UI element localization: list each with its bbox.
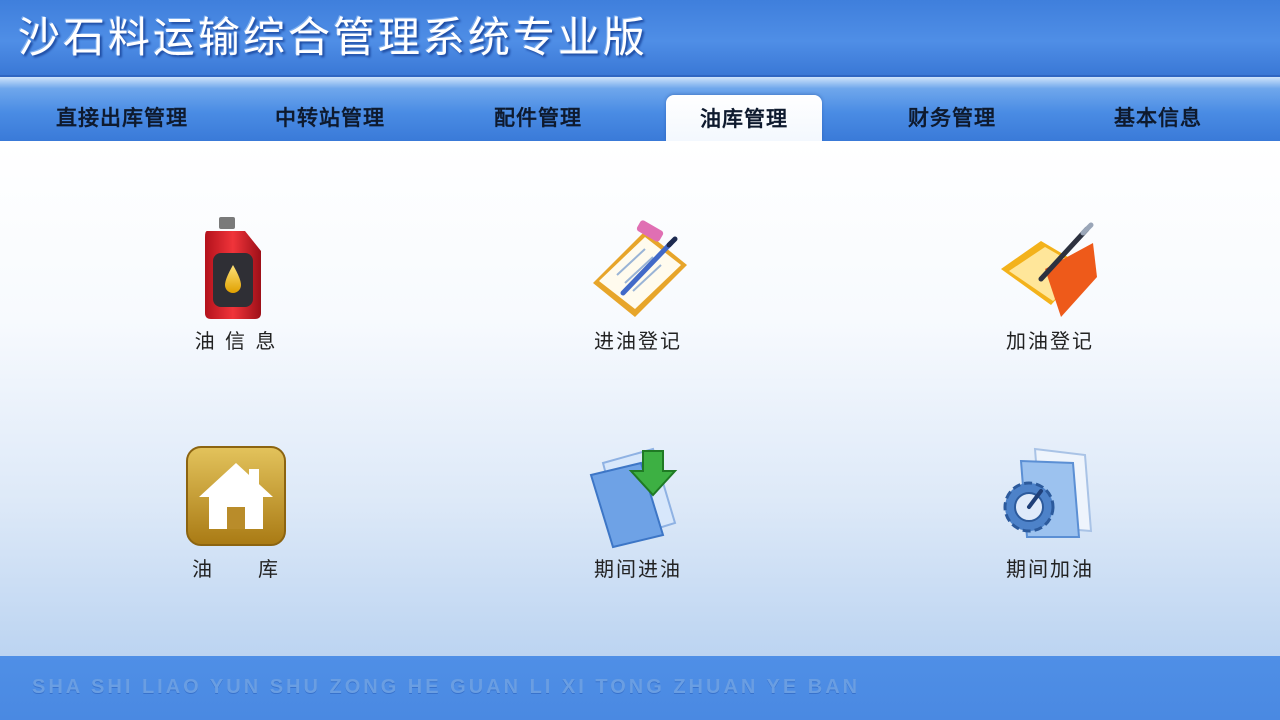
tab-finance[interactable]: 财务管理: [862, 93, 1042, 141]
tile-label: 进油登记: [594, 329, 682, 353]
tile-label: 期间加油: [1006, 557, 1094, 581]
tile-label: 油 信 息: [194, 329, 278, 353]
app-header: 沙石料运输综合管理系统专业版: [0, 0, 1280, 77]
tile-oil-depot[interactable]: 油 库: [136, 441, 336, 621]
tab-parts[interactable]: 配件管理: [448, 93, 628, 141]
clipboard-pen-icon: [593, 220, 687, 317]
tab-transfer-station[interactable]: 中转站管理: [240, 93, 420, 141]
main-content: 油 信 息 进油登记 加油登记 油 库 期间进油 期间加油: [0, 141, 1280, 656]
document-download-icon: [589, 447, 678, 549]
app-footer: SHA SHI LIAO YUN SHU ZONG HE GUAN LI XI …: [0, 656, 1280, 720]
tile-label: 油 库: [192, 557, 280, 581]
tile-oil-inbound-register[interactable]: 进油登记: [538, 213, 738, 393]
tile-period-oil-inbound[interactable]: 期间进油: [538, 441, 738, 621]
tab-bar: 直接出库管理 中转站管理 配件管理 油库管理 财务管理 基本信息: [0, 77, 1280, 141]
tile-oil-info[interactable]: 油 信 息: [136, 213, 336, 393]
document-gear-icon: [1003, 447, 1093, 538]
folder-pen-icon: [1001, 222, 1097, 317]
tab-direct-outbound[interactable]: 直接出库管理: [32, 93, 212, 141]
tab-basic-info[interactable]: 基本信息: [1068, 93, 1248, 141]
tile-label: 期间进油: [594, 557, 682, 581]
tab-oil-depot[interactable]: 油库管理: [666, 95, 822, 141]
house-icon: [186, 446, 286, 546]
footer-pinyin: SHA SHI LIAO YUN SHU ZONG HE GUAN LI XI …: [32, 676, 861, 698]
app-title: 沙石料运输综合管理系统专业版: [18, 13, 649, 62]
tile-period-refuel[interactable]: 期间加油: [950, 441, 1150, 621]
tile-label: 加油登记: [1006, 329, 1094, 353]
tile-refuel-register[interactable]: 加油登记: [950, 213, 1150, 393]
oil-can-icon: [205, 217, 261, 319]
